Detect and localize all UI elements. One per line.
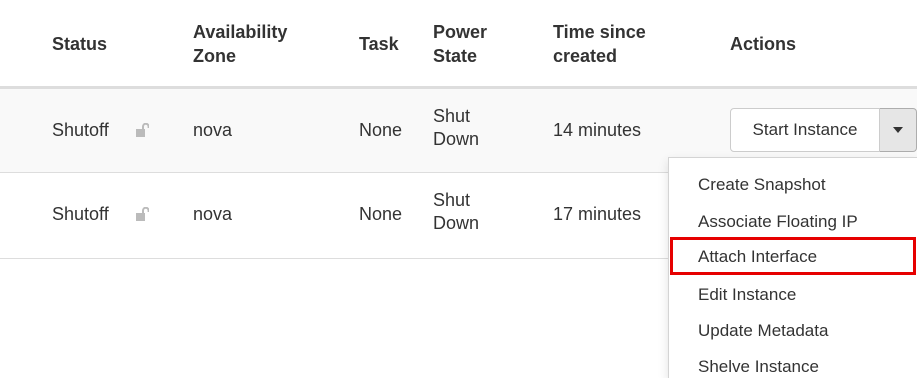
highlight-box: [670, 237, 916, 275]
unlocked-padlock-icon: [136, 207, 149, 221]
availability-zone-cell: nova: [193, 204, 233, 224]
unlocked-padlock-icon: [136, 123, 149, 137]
column-header-availability-zone[interactable]: Availability Zone: [193, 20, 287, 68]
time-since-created-cell: 14 minutes: [553, 120, 642, 140]
menu-item-edit-instance[interactable]: Edit Instance: [698, 284, 796, 306]
caret-down-icon: [893, 127, 903, 133]
menu-item-associate-floating-ip[interactable]: Associate Floating IP: [698, 211, 858, 233]
status-cell: Shutoff: [52, 120, 109, 140]
column-header-power-state[interactable]: Power State: [433, 20, 487, 68]
menu-item-shelve-instance[interactable]: Shelve Instance: [698, 356, 819, 378]
power-state-cell: Shut Down: [433, 106, 480, 149]
availability-zone-cell: nova: [193, 120, 233, 140]
task-cell: None: [359, 120, 403, 140]
column-header-status[interactable]: Status: [52, 32, 107, 56]
start-instance-button[interactable]: Start Instance: [730, 108, 880, 152]
column-header-actions: Actions: [730, 34, 797, 54]
actions-dropdown-toggle[interactable]: [880, 108, 917, 152]
task-cell: None: [359, 204, 403, 224]
status-cell: Shutoff: [52, 204, 109, 224]
column-header-time-since-created[interactable]: Time since created: [553, 20, 646, 68]
instance-actions-button-group: Start Instance: [730, 108, 917, 152]
menu-item-create-snapshot[interactable]: Create Snapshot: [698, 174, 826, 196]
column-header-task[interactable]: Task: [359, 32, 399, 56]
menu-item-update-metadata[interactable]: Update Metadata: [698, 320, 828, 342]
time-since-created-cell: 17 minutes: [553, 204, 642, 224]
power-state-cell: Shut Down: [433, 190, 480, 233]
